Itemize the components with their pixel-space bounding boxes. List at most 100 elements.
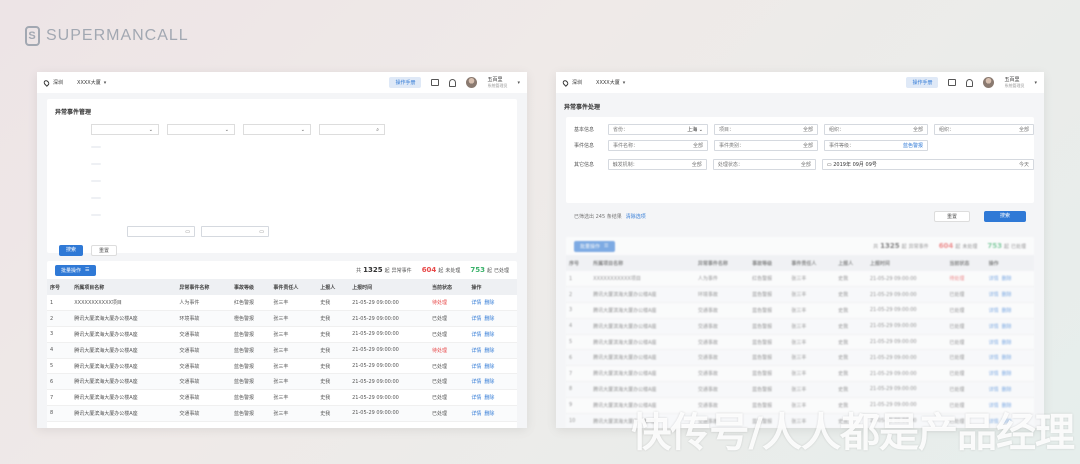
detail-link[interactable]: 详情 — [471, 395, 481, 401]
chip[interactable] — [124, 214, 134, 216]
detail-link[interactable]: 详情 — [989, 355, 999, 361]
detail-link[interactable]: 详情 — [989, 324, 999, 330]
detail-link[interactable]: 详情 — [989, 387, 999, 393]
province-select[interactable]: 省份： 上海 ⌄ — [608, 124, 708, 135]
chip[interactable] — [124, 146, 134, 148]
search-button[interactable]: 搜索 — [59, 245, 84, 256]
city-label[interactable]: 深圳 — [53, 79, 63, 86]
status-select[interactable]: 处理状态： 全部 — [712, 159, 816, 170]
chip-all[interactable] — [91, 213, 101, 216]
chip[interactable] — [91, 231, 101, 233]
search-button[interactable]: 搜索 — [983, 210, 1026, 222]
chip[interactable] — [124, 180, 134, 182]
detail-link[interactable]: 详情 — [471, 348, 481, 354]
chip[interactable] — [135, 146, 145, 148]
delete-link[interactable]: 删除 — [484, 364, 494, 370]
project-select[interactable]: 项目： 全部 — [714, 124, 818, 135]
delete-link[interactable]: 删除 — [484, 332, 494, 338]
chip[interactable] — [113, 180, 123, 182]
end-date-input[interactable]: ▭ — [201, 226, 269, 237]
delete-link[interactable]: 删除 — [484, 379, 494, 385]
trigger-select[interactable]: 触发机制： 全部 — [607, 159, 707, 170]
delete-link[interactable]: 删除 — [484, 348, 494, 354]
chip[interactable] — [102, 163, 112, 165]
city-label[interactable]: 深圳 — [572, 79, 582, 86]
owner-search-input[interactable]: ⌕ — [319, 124, 385, 135]
event-name-select[interactable]: 事件名称： 全部 — [608, 140, 708, 151]
event-category-select[interactable]: 事件类别： 全部 — [714, 140, 818, 151]
avatar[interactable] — [983, 77, 995, 88]
province-select[interactable]: ⌄ — [91, 124, 159, 135]
detail-link[interactable]: 详情 — [989, 340, 999, 346]
avatar[interactable] — [466, 77, 478, 88]
chip[interactable] — [102, 214, 112, 216]
delete-link[interactable]: 删除 — [484, 411, 494, 417]
delete-link[interactable]: 删除 — [1002, 387, 1012, 393]
bell-icon[interactable] — [966, 78, 974, 87]
group-select[interactable]: 组织： 全部 — [934, 124, 1034, 135]
reset-button[interactable]: 重置 — [933, 210, 970, 222]
delete-link[interactable]: 删除 — [484, 395, 494, 401]
delete-link[interactable]: 删除 — [484, 300, 494, 306]
batch-button[interactable]: 批量操作 ☰ — [574, 240, 615, 252]
detail-link[interactable]: 详情 — [989, 371, 999, 377]
detail-link[interactable]: 详情 — [471, 300, 481, 306]
date-picker[interactable]: ▭ 2019年 09月 09号 今天 — [821, 159, 1034, 170]
delete-link[interactable]: 删除 — [1002, 371, 1012, 377]
building-dropdown[interactable]: XXXX大厦 ▾ — [596, 79, 625, 87]
delete-link[interactable]: 删除 — [1002, 308, 1012, 314]
reset-button[interactable]: 重置 — [91, 245, 118, 256]
chip[interactable] — [102, 197, 112, 199]
detail-link[interactable]: 详情 — [989, 276, 999, 282]
chevron-down-icon[interactable]: ▾ — [517, 80, 520, 86]
chip-all[interactable] — [91, 145, 101, 148]
delete-link[interactable]: 删除 — [1002, 355, 1012, 361]
table-cell: 交通事故 — [694, 349, 750, 367]
export-icon[interactable] — [431, 79, 440, 86]
export-icon[interactable] — [948, 79, 957, 86]
table-cell: 蓝色警报 — [749, 349, 789, 367]
delete-link[interactable]: 删除 — [1002, 340, 1012, 346]
chip[interactable] — [102, 146, 112, 148]
bell-icon[interactable] — [449, 78, 457, 87]
delete-link[interactable]: 删除 — [484, 316, 494, 322]
chip[interactable] — [113, 146, 123, 148]
delete-link[interactable]: 删除 — [1002, 292, 1012, 298]
chip[interactable] — [102, 180, 112, 182]
chevron-down-icon[interactable]: ▾ — [1034, 80, 1037, 86]
detail-link[interactable]: 详情 — [471, 316, 481, 322]
batch-button[interactable]: 批量操作 ☰ — [55, 264, 96, 276]
chip[interactable] — [124, 197, 134, 199]
detail-link[interactable]: 详情 — [471, 411, 481, 417]
chip[interactable] — [135, 180, 145, 182]
clear-filters-link[interactable]: 清除选项 — [626, 213, 646, 220]
org-select[interactable]: ⌄ — [243, 124, 311, 135]
chip[interactable] — [157, 146, 167, 148]
detail-link[interactable]: 详情 — [989, 308, 999, 314]
event-level-select[interactable]: 事件等级： 蓝色警报 — [824, 140, 928, 151]
manual-button[interactable]: 操作手册 — [906, 77, 939, 88]
manual-button[interactable]: 操作手册 — [389, 77, 422, 88]
detail-link[interactable]: 详情 — [989, 292, 999, 298]
delete-link[interactable]: 删除 — [1002, 276, 1012, 282]
chip[interactable] — [113, 163, 123, 165]
detail-link[interactable]: 详情 — [471, 364, 481, 370]
chip-all[interactable] — [91, 179, 101, 182]
detail-link[interactable]: 详情 — [471, 332, 481, 338]
table-cell: 已处理 — [429, 389, 469, 407]
building-dropdown[interactable]: XXXX大厦 ▾ — [77, 79, 106, 87]
start-date-input[interactable]: ▭ — [127, 226, 195, 237]
org-select[interactable]: 组织： 全部 — [824, 124, 928, 135]
chip[interactable] — [146, 146, 156, 148]
chip[interactable] — [113, 231, 123, 233]
project-select[interactable]: ⌄ — [167, 124, 235, 135]
chip[interactable] — [113, 197, 123, 199]
detail-link[interactable]: 详情 — [471, 379, 481, 385]
table-cell: 张三丰 — [788, 334, 836, 351]
delete-link[interactable]: 删除 — [1002, 324, 1012, 330]
chip-all[interactable] — [91, 196, 101, 199]
chip-all[interactable] — [91, 162, 101, 165]
chip[interactable] — [113, 214, 123, 216]
chip[interactable] — [102, 231, 112, 233]
chip[interactable] — [135, 197, 145, 199]
